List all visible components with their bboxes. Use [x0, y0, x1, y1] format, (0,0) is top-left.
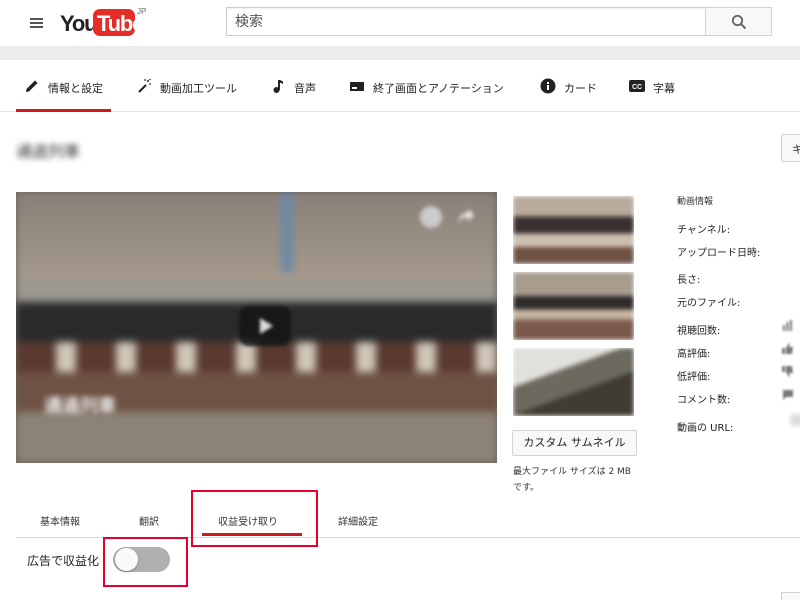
- subtab-label: 詳細設定: [338, 517, 378, 528]
- music-note-icon: [273, 80, 283, 93]
- tab-audio[interactable]: 音声: [270, 60, 320, 112]
- subtab-monetization[interactable]: 収益受け取り: [202, 500, 302, 538]
- info-channel-label: チャンネル:: [677, 225, 731, 236]
- logo-tube-badge: Tube: [93, 9, 144, 36]
- subtab-label: 収益受け取り: [218, 517, 278, 528]
- monetize-with-ads-toggle[interactable]: [113, 547, 170, 572]
- tab-label: 字幕: [653, 82, 675, 95]
- subtab-basic-info[interactable]: 基本情報: [32, 500, 92, 538]
- logo-you-text: You: [60, 11, 98, 36]
- tab-label: 終了画面とアノテーション: [373, 82, 504, 95]
- tab-cards[interactable]: カード: [540, 60, 600, 112]
- search-input[interactable]: [227, 8, 706, 35]
- pencil-icon: [26, 80, 38, 92]
- video-info-heading: 動画情報: [677, 197, 714, 207]
- info-duration-label: 長さ:: [677, 275, 701, 286]
- thumbnail-option[interactable]: [513, 348, 634, 416]
- custom-thumbnail-button[interactable]: カスタム サムネイル: [512, 430, 637, 456]
- guide-menu-icon[interactable]: [27, 13, 47, 33]
- end-screen-icon: [350, 82, 364, 91]
- player-overlay-title: 通過列車: [44, 396, 116, 417]
- magic-wand-icon: [138, 78, 151, 93]
- subtab-label: 基本情報: [40, 517, 80, 528]
- tab-label: 動画加工ツール: [160, 82, 237, 95]
- tab-label: 情報と設定: [48, 82, 103, 95]
- watch-later-icon[interactable]: [420, 206, 442, 228]
- partial-button[interactable]: [781, 592, 800, 600]
- thumbs-up-icon: [782, 343, 793, 354]
- url-value-blurred: [790, 414, 800, 426]
- save-button-partial[interactable]: キ: [781, 134, 800, 162]
- thumbnail-size-note: 最大ファイル サイズは 2 MB です。: [513, 467, 631, 493]
- info-likes-label: 高評価:: [677, 349, 711, 360]
- info-icon: [540, 78, 556, 94]
- toggle-knob: [115, 548, 138, 571]
- video-player[interactable]: 通過列車: [16, 192, 497, 463]
- play-button[interactable]: [239, 306, 291, 346]
- thumbs-down-icon: [782, 366, 793, 377]
- comment-icon: [783, 390, 793, 400]
- thumbnail-option[interactable]: [513, 196, 634, 264]
- video-title[interactable]: 通過列車: [16, 138, 80, 162]
- tab-end-screen[interactable]: 終了画面とアノテーション: [349, 60, 509, 112]
- active-tab-indicator: [16, 109, 111, 112]
- search-icon: [731, 14, 747, 30]
- masthead: You Tube JP: [0, 0, 800, 46]
- share-icon[interactable]: [457, 208, 475, 224]
- info-views-label: 視聴回数:: [677, 326, 721, 337]
- search-box: [226, 7, 706, 36]
- monetize-with-ads-label: 広告で収益化: [27, 554, 100, 568]
- search-button[interactable]: [705, 7, 772, 36]
- logo-country-code: JP: [137, 7, 147, 16]
- tab-subtitles[interactable]: CC 字幕: [629, 60, 684, 112]
- thumbnail-option[interactable]: [513, 272, 634, 340]
- subtab-translation[interactable]: 翻訳: [130, 500, 180, 538]
- info-comments-label: コメント数:: [677, 395, 731, 406]
- active-subtab-indicator: [202, 533, 302, 536]
- settings-sub-tabs: 基本情報 翻訳 収益受け取り 詳細設定: [16, 500, 800, 538]
- cc-icon: CC: [629, 80, 645, 92]
- tab-label: カード: [564, 82, 597, 95]
- info-url-label: 動画の URL:: [677, 423, 734, 434]
- info-dislikes-label: 低評価:: [677, 372, 711, 383]
- svg-text:CC: CC: [632, 84, 642, 91]
- subtab-advanced[interactable]: 詳細設定: [330, 500, 390, 538]
- tab-label: 音声: [294, 82, 316, 95]
- tab-enhancements[interactable]: 動画加工ツール: [136, 60, 241, 112]
- edit-tabs: 情報と設定 動画加工ツール 音声 終了画面とアノテーション カード CC 字幕: [0, 60, 800, 112]
- masthead-divider: [0, 46, 800, 60]
- tab-info-settings[interactable]: 情報と設定: [16, 60, 111, 112]
- info-upload-date-label: アップロード日時:: [677, 248, 761, 259]
- subtab-label: 翻訳: [139, 517, 159, 528]
- info-original-file-label: 元のファイル:: [677, 298, 741, 309]
- bar-chart-icon: [783, 320, 792, 331]
- youtube-logo[interactable]: You Tube JP: [60, 7, 150, 37]
